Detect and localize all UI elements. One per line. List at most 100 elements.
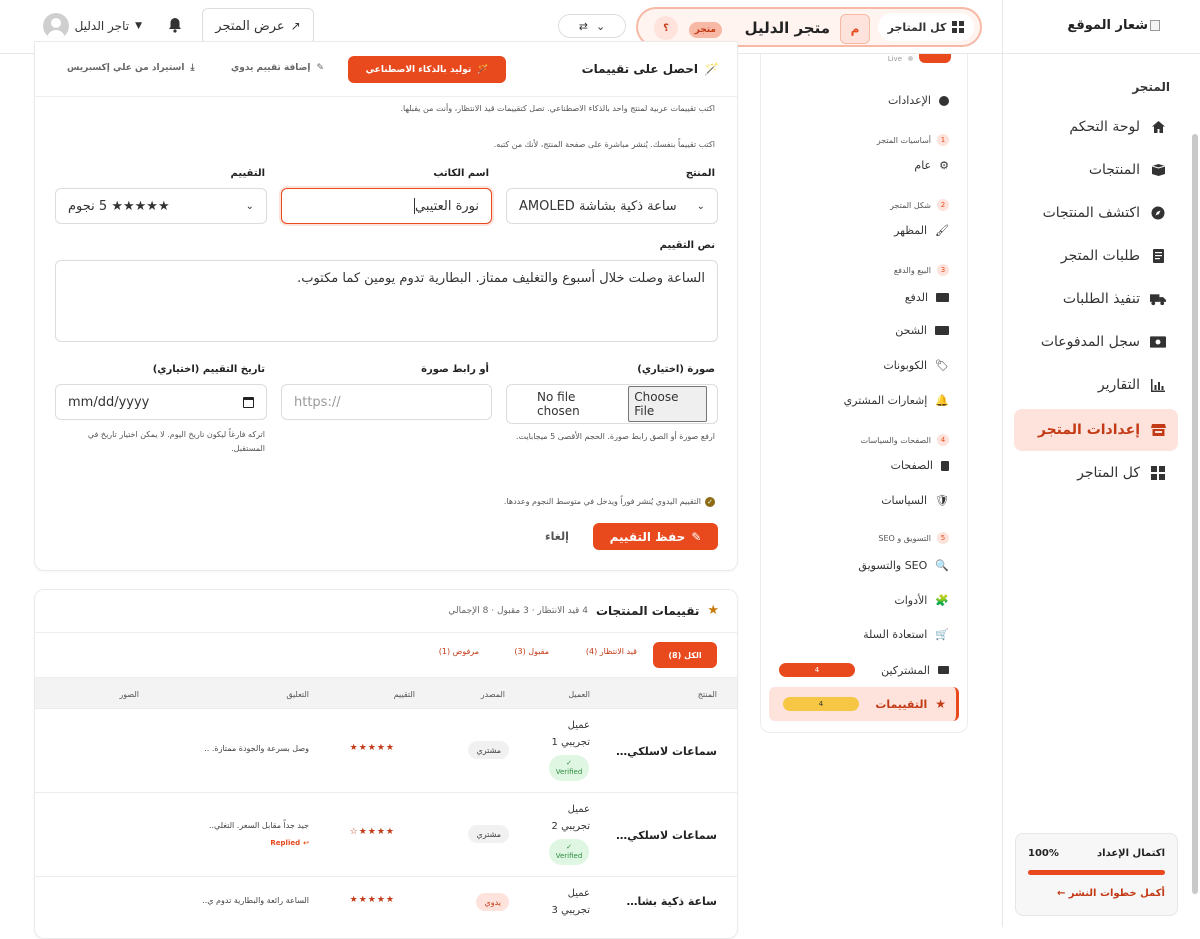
puzzle-icon: 🧩 [935, 594, 949, 607]
sidebar-item-fulfillment[interactable]: تنفيذ الطلبات [1014, 279, 1178, 319]
sidebar-item-dashboard[interactable]: لوحة التحكم [1014, 107, 1178, 147]
row-comment: وصل بسرعة والجودة ممتازة. .. [204, 744, 309, 753]
tab-rejected[interactable]: مرفوض (1) [439, 647, 479, 656]
card-title-text: احصل على تقييمات [581, 62, 699, 76]
row-product: ساعة ذكية بشا… [626, 895, 717, 908]
settings-item-label: الإعدادات [887, 94, 931, 107]
ai-generate-button[interactable]: 🪄 توليد بالذكاء الاصطناعي [348, 56, 506, 83]
store-icon [1150, 422, 1166, 438]
settings-item-general-settings[interactable]: الإعدادات [888, 94, 949, 107]
row-customer-line1: عميل [567, 720, 590, 731]
author-input[interactable]: نورة العتيبي [281, 188, 492, 224]
live-toggle[interactable] [919, 54, 951, 63]
truck-icon [935, 326, 949, 335]
table-row[interactable]: ساعة ذكية بشا… عميل تجريبي 3 يدوي ★★★★★ … [35, 877, 737, 938]
check-icon: ✓ [566, 843, 572, 851]
store-swap-dropdown[interactable]: ⌄ ⇄ [558, 14, 626, 38]
user-menu[interactable]: تاجر الدليل ▼ [26, 12, 142, 40]
tab-all[interactable]: الكل (8) [653, 642, 717, 668]
table-row[interactable]: سماعات لاسلكي… عميل تجريبي 2 ✓ Verified م… [35, 793, 737, 877]
setup-link[interactable]: أكمل خطوات النشر ← [1057, 888, 1165, 899]
credit-card-icon [936, 293, 949, 302]
sidebar-scrollbar[interactable] [1192, 134, 1198, 894]
setup-progress-track [1028, 870, 1165, 875]
product-select[interactable]: ⌄ ساعة ذكية بشاشة AMOLED [506, 188, 718, 224]
tab-pending[interactable]: قيد الانتظار (4) [586, 647, 637, 656]
row-product: سماعات لاسلكي… [616, 745, 717, 758]
review-textarea[interactable]: الساعة وصلت خلال أسبوع والتغليف ممتاز. ا… [55, 260, 718, 342]
box-icon [1150, 162, 1166, 178]
group-title: الصفحات والسياسات [860, 435, 931, 445]
sidebar-section-title: المتجر [1132, 80, 1170, 94]
setup-percent: 100% [1028, 848, 1059, 859]
cancel-button[interactable]: إلغاء [545, 530, 569, 543]
row-customer-line2: تجريبي 3 [551, 905, 590, 916]
date-label: تاريخ التقييم (اختياري) [152, 364, 265, 375]
settings-group-selling: 3 البيع والدفع [894, 264, 949, 276]
sidebar-item-store-settings[interactable]: إعدادات المتجر [1014, 409, 1178, 451]
all-stores-label: كل المتاجر [887, 20, 947, 34]
settings-item-pages[interactable]: الصفحات [891, 459, 949, 472]
receipt-icon [1150, 248, 1166, 264]
rating-select[interactable]: ⌄ ★★★★★ 5 نجوم [55, 188, 267, 224]
group-title: التسويق و SEO [878, 533, 931, 543]
settings-item-label: إشعارات المشتري [843, 394, 928, 407]
logo[interactable]: شعار الموقع [1067, 18, 1160, 33]
all-stores-button[interactable]: كل المتاجر [878, 13, 974, 41]
sidebar-item-all-stores[interactable]: كل المتاجر [1014, 453, 1178, 493]
money-icon [1150, 334, 1166, 350]
sidebar-item-reports[interactable]: التقارير [1014, 365, 1178, 405]
settings-item-seo[interactable]: 🔍 SEO والتسويق [858, 559, 949, 572]
settings-item-coupons[interactable]: 🏷 الكوبونات [883, 359, 949, 372]
shield-icon: 🛡 [935, 494, 949, 507]
sidebar-item-orders[interactable]: طلبات المتجر [1014, 236, 1178, 276]
settings-item-shipping[interactable]: الشحن [895, 324, 949, 337]
sidebar-item-payments-log[interactable]: سجل المدفوعات [1014, 322, 1178, 362]
table-row[interactable]: سماعات لاسلكي… عميل تجريبي 1 ✓ Verified م… [35, 709, 737, 793]
sidebar-item-label: تنفيذ الطلبات [1062, 291, 1140, 307]
reviews-header: ★ تقييمات المنتجات 4 قيد الانتظار · 3 مق… [448, 603, 719, 618]
gear-icon: ⚙ [939, 159, 949, 172]
settings-item-payment[interactable]: الدفع [905, 291, 949, 304]
settings-item-policies[interactable]: 🛡 السياسات [881, 494, 949, 507]
bell-icon[interactable] [166, 17, 182, 35]
settings-panel: Live الإعدادات 1 أساسيات المتجر ⚙ عام 2 شكل… [760, 54, 968, 733]
rating-stars: ★★★★★ [349, 895, 395, 905]
settings-group-basics: 1 أساسيات المتجر [877, 134, 949, 146]
import-aliexpress-button[interactable]: ⤓ استيراد من علي إكسبريس [67, 63, 194, 73]
manual-review-button[interactable]: ✎ إضافة تقييم يدوي [231, 63, 324, 73]
choose-file-button[interactable]: Choose File [628, 386, 707, 422]
help-icon[interactable]: ؟ [654, 16, 678, 40]
settings-item-reviews[interactable]: ★ التقييمات 4 [769, 687, 959, 721]
image-file-input[interactable]: No file chosen Choose File [506, 384, 718, 424]
row-customer-line2: تجريبي 2 [551, 821, 590, 832]
settings-item-tools[interactable]: 🧩 الأدوات [894, 594, 949, 607]
date-input[interactable]: mm/dd/yyyy [55, 384, 267, 420]
text-cursor [413, 198, 415, 214]
settings-item-appearance[interactable]: 🖌 المظهر [894, 224, 949, 237]
search-icon: 🔍 [935, 559, 949, 572]
save-review-button[interactable]: ✎ حفظ التقييم [593, 523, 718, 550]
view-store-button[interactable]: ↗ عرض المتجر [202, 8, 314, 44]
product-reviews-card: ★ تقييمات المنتجات 4 قيد الانتظار · 3 مق… [34, 589, 738, 939]
settings-item-label: المظهر [894, 224, 928, 237]
settings-item-subscribers[interactable]: المشتركين 4 [779, 660, 949, 680]
live-dot [908, 56, 913, 61]
settings-item-general[interactable]: ⚙ عام [914, 159, 949, 172]
star-icon: ★ [935, 697, 946, 711]
avatar [42, 13, 69, 39]
tab-accepted[interactable]: مقبول (3) [514, 647, 549, 656]
sidebar-item-discover[interactable]: اكتشف المنتجات [1014, 193, 1178, 233]
pencil-icon: ✎ [691, 529, 702, 544]
pencil-icon: ✎ [316, 63, 325, 73]
info-note: ✓ التقييم اليدوي يُنشر فوراً ويدخل في مت… [504, 495, 715, 509]
rating-select-value: ★★★★★ 5 نجوم [68, 198, 170, 214]
home-icon [1150, 119, 1166, 135]
settings-item-label: الصفحات [890, 459, 933, 472]
sidebar-item-products[interactable]: المنتجات [1014, 150, 1178, 190]
settings-item-buyer-notifications[interactable]: 🔔 إشعارات المشتري [844, 394, 949, 407]
image-url-input[interactable]: https:// [281, 384, 492, 420]
group-title: شكل المتجر [890, 200, 931, 210]
settings-item-cart-recovery[interactable]: 🛒 استعادة السلة [863, 628, 949, 641]
chevron-down-icon: ⌄ [245, 200, 254, 212]
